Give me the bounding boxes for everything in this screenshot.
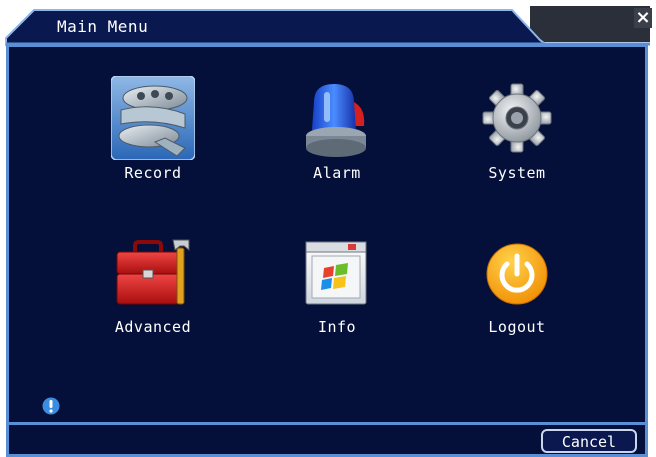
power-icon: [486, 243, 548, 305]
siren-icon: [306, 84, 366, 157]
toolbox-icon: [116, 239, 190, 305]
menu-label-info: Info: [317, 318, 357, 336]
film-reel-icon: [111, 76, 195, 160]
cancel-button[interactable]: Cancel: [541, 429, 637, 453]
menu-item-info[interactable]: Info: [282, 236, 392, 340]
menu-label-advanced: Advanced: [114, 318, 192, 336]
menu-item-system[interactable]: System: [462, 76, 572, 186]
menu-label-record: Record: [124, 164, 182, 182]
window-info-icon: [305, 241, 367, 305]
close-button[interactable]: ×: [634, 8, 652, 28]
menu-item-logout[interactable]: Logout: [462, 236, 572, 340]
menu-label-system: System: [488, 164, 546, 182]
window-title: Main Menu: [57, 17, 149, 36]
menu-item-advanced[interactable]: Advanced: [98, 236, 208, 340]
info-icon: [42, 397, 60, 415]
menu-label-logout: Logout: [488, 318, 546, 336]
menu-item-alarm[interactable]: Alarm: [282, 76, 392, 186]
menu-item-record[interactable]: Record: [98, 76, 208, 186]
menu-label-alarm: Alarm: [313, 164, 361, 182]
title-bar: Main Menu ×: [0, 0, 656, 46]
gear-icon: [482, 83, 552, 153]
main-menu-window: Main Menu × Record Alarm System Advanced…: [0, 0, 656, 457]
close-icon: ×: [635, 7, 651, 28]
